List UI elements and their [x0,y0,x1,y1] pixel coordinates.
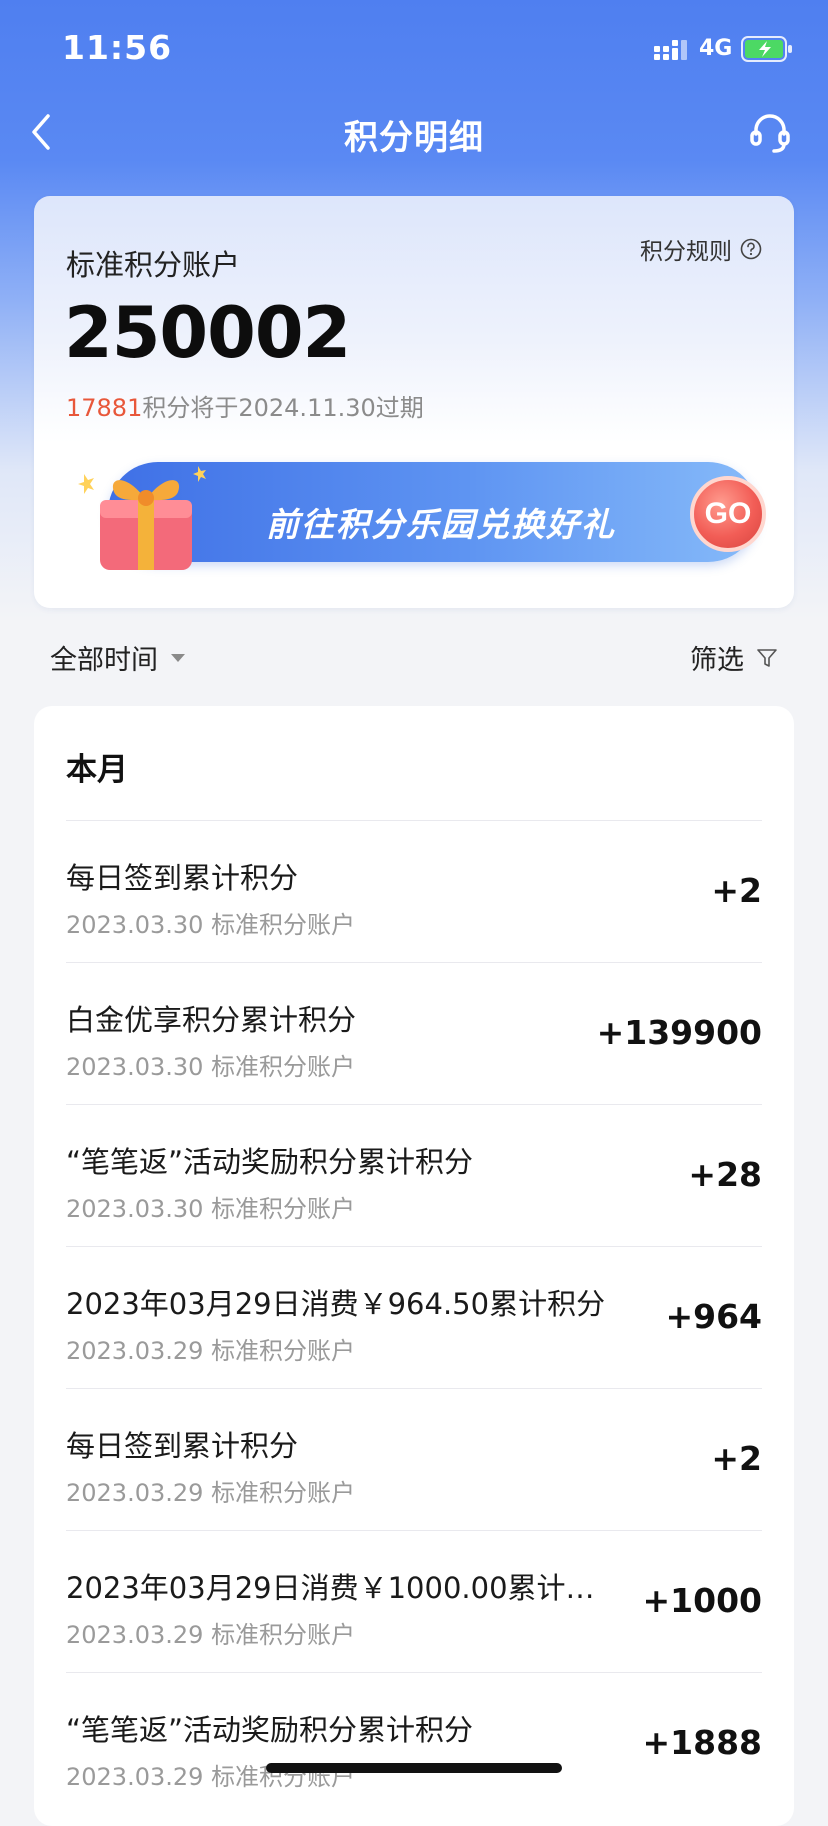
record-meta: 2023.03.29 标准积分账户 [66,1615,355,1650]
record-title: 2023年03月29日消费￥964.50累计积分 [66,1287,606,1321]
section-title-this-month: 本月 [66,752,128,788]
points-balance: 250002 [64,292,351,374]
caret-down-icon [171,653,185,662]
status-time: 11:56 [62,28,173,67]
record-title: “笔笔返”活动奖励积分累计积分 [66,1713,474,1747]
time-range-label: 全部时间 [50,645,158,676]
points-park-banner[interactable]: 前往积分乐园兑换好礼 GO [70,450,766,574]
record-meta: 2023.03.30 标准积分账户 [66,1189,355,1224]
record-account: 标准积分账户 [211,1479,356,1507]
network-type: 4G [699,36,733,61]
expiry-text: 积分将于2024.11.30过期 [142,394,424,422]
points-rules-label: 积分规则 [640,239,732,265]
account-label: 标准积分账户 [66,248,241,282]
record-title: 每日签到累计积分 [66,1429,299,1463]
record-meta: 2023.03.29 标准积分账户 [66,1331,355,1366]
record-account: 标准积分账户 [211,1053,356,1081]
navigation-bar: 积分明细 [0,100,828,164]
record-title: “笔笔返”活动奖励积分累计积分 [66,1145,474,1179]
record-account: 标准积分账户 [211,911,356,939]
list-item[interactable]: “笔笔返”活动奖励积分累计积分 2023.03.29 标准积分账户 +1888 [66,1672,762,1814]
record-date: 2023.03.29 [66,1337,204,1365]
record-date: 2023.03.30 [66,911,204,939]
headset-icon[interactable] [746,108,794,156]
record-title: 每日签到累计积分 [66,861,299,895]
record-amount: +1888 [642,1723,763,1762]
record-amount: +139900 [596,1013,762,1052]
list-item[interactable]: 每日签到累计积分 2023.03.30 标准积分账户 +2 [66,820,762,962]
expiry-notice: 17881积分将于2024.11.30过期 [66,388,424,423]
home-indicator[interactable] [266,1763,562,1773]
time-range-dropdown[interactable]: 全部时间 [50,638,186,677]
banner-text: 前往积分乐园兑换好礼 [266,505,616,544]
record-account: 标准积分账户 [211,1621,356,1649]
go-button[interactable]: GO [690,476,766,552]
record-title: 2023年03月29日消费￥1000.00累计… [66,1571,595,1605]
points-rules-link[interactable]: 积分规则 [640,232,762,266]
record-meta: 2023.03.30 标准积分账户 [66,905,355,940]
expiring-points: 17881 [66,394,143,422]
record-date: 2023.03.29 [66,1621,204,1649]
filter-row: 全部时间 筛选 [0,630,828,686]
record-date: 2023.03.29 [66,1763,204,1791]
battery-charging-icon [741,36,792,62]
account-card: 标准积分账户 积分规则 250002 17881积分将于2024.11.30过期… [34,196,794,608]
list-item[interactable]: “笔笔返”活动奖励积分累计积分 2023.03.30 标准积分账户 +28 [66,1104,762,1246]
signal-icon [654,40,687,60]
funnel-icon [757,648,777,667]
list-item[interactable]: 白金优享积分累计积分 2023.03.30 标准积分账户 +139900 [66,962,762,1104]
filter-label: 筛选 [690,645,744,676]
record-amount: +2 [711,871,762,910]
list-item[interactable]: 每日签到累计积分 2023.03.29 标准积分账户 +2 [66,1388,762,1530]
question-circle-icon [740,238,762,260]
record-amount: +1000 [642,1581,763,1620]
record-date: 2023.03.29 [66,1479,204,1507]
list-item[interactable]: 2023年03月29日消费￥964.50累计积分 2023.03.29 标准积分… [66,1246,762,1388]
records-card: 本月 每日签到累计积分 2023.03.30 标准积分账户 +2 白金优享积分累… [34,706,794,1826]
status-bar: 11:56 4G [0,0,828,100]
filter-button[interactable]: 筛选 [690,638,778,677]
record-account: 标准积分账户 [211,1195,356,1223]
list-item[interactable]: 2023年03月29日消费￥1000.00累计… 2023.03.29 标准积分… [66,1530,762,1672]
record-date: 2023.03.30 [66,1195,204,1223]
record-amount: +2 [711,1439,762,1478]
gift-box-icon [78,466,206,570]
record-amount: +28 [688,1155,762,1194]
record-title: 白金优享积分累计积分 [66,1003,357,1037]
page-title: 积分明细 [344,118,484,158]
record-meta: 2023.03.29 标准积分账户 [66,1473,355,1508]
record-amount: +964 [665,1297,762,1336]
record-account: 标准积分账户 [211,1337,356,1365]
record-date: 2023.03.30 [66,1053,204,1081]
record-meta: 2023.03.30 标准积分账户 [66,1047,355,1082]
